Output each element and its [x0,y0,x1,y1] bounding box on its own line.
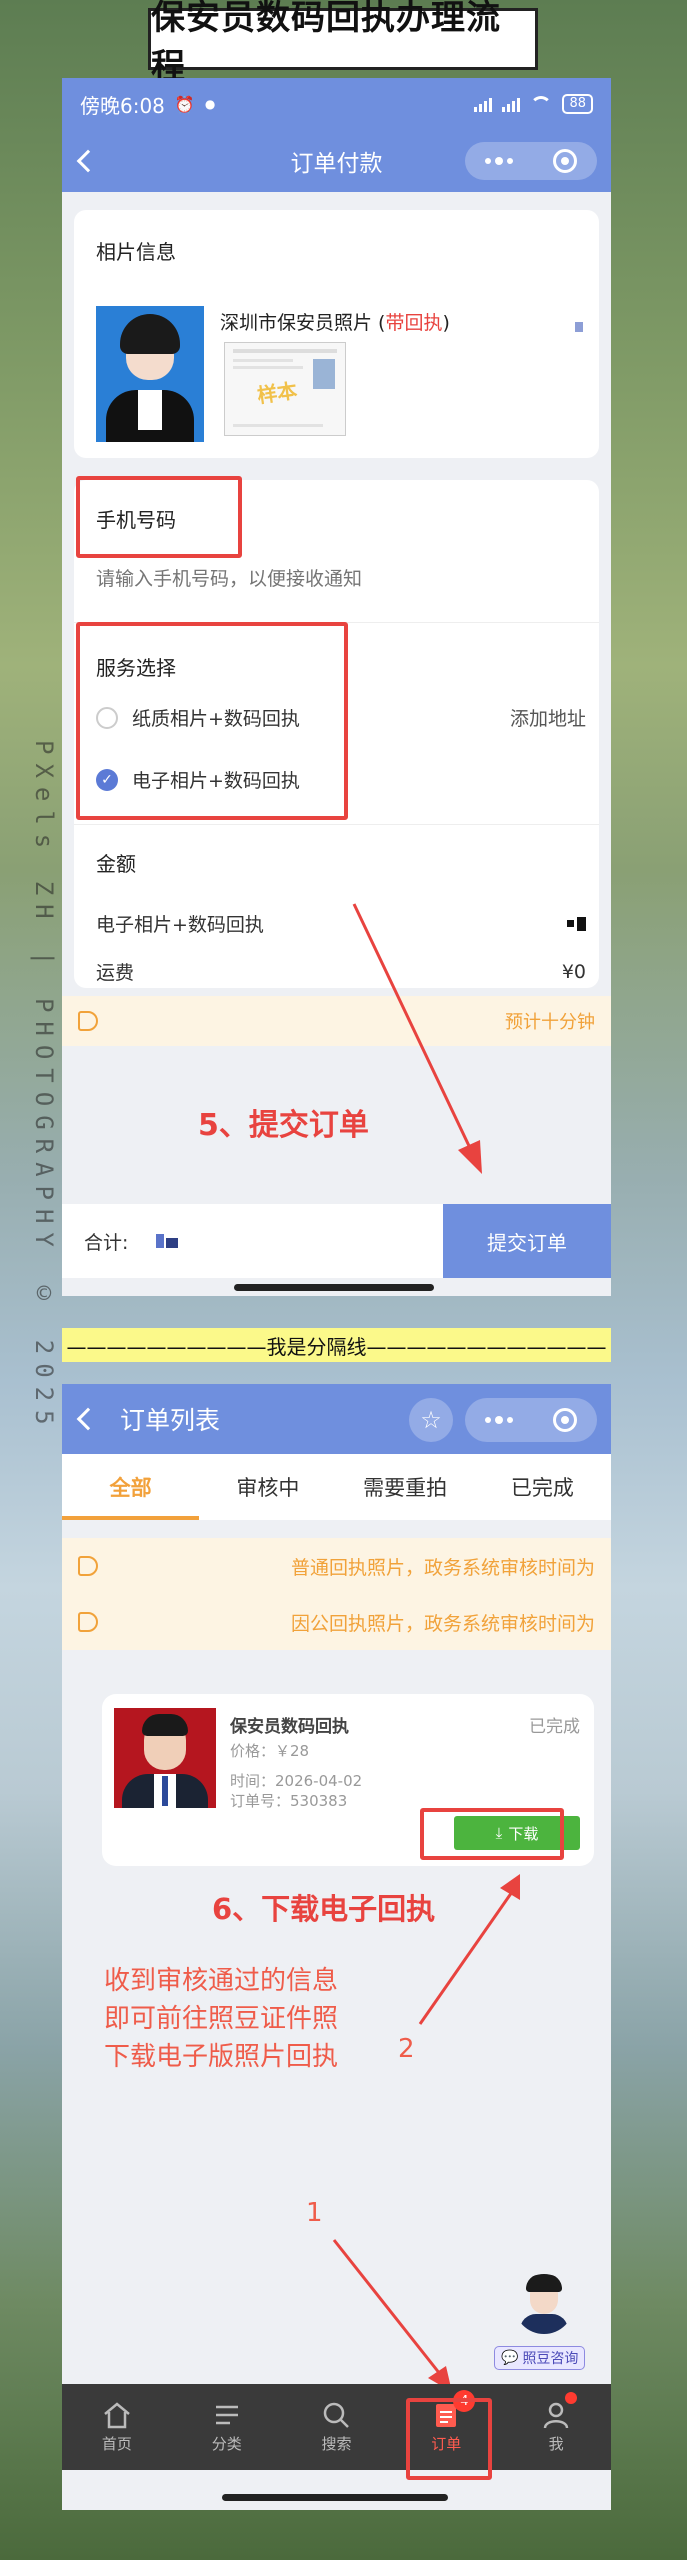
tab-label: 首页 [101,2434,132,2453]
tab-home[interactable]: 首页 [62,2384,172,2470]
tab-label: 我 [548,2434,564,2453]
notification-dot [565,2392,578,2404]
tab-me[interactable]: 我 [501,2384,611,2470]
tab-label: 分类 [211,2434,242,2453]
list-icon [215,2405,238,2424]
user-icon [543,2402,569,2428]
tab-label: 搜索 [321,2434,352,2453]
home-indicator [222,2494,448,2501]
arrow-annotation [332,1874,520,2392]
chat-icon: 💬 [501,2350,519,2366]
bottom-tab-bar: 首页 分类 搜索 4 订单 我 [62,2384,611,2470]
order-list-screen: 订单列表 ☆ 全部 审核中 需要重拍 已完成 普通回执照片，政务系统审核时间为 … [62,1384,611,2510]
arrow-annotation [352,903,482,1174]
watermark-text: PXels ZH | PHOTOGRAPHY © 2025 [30,740,58,1434]
tab-search[interactable]: 搜索 [282,2384,392,2470]
order-pay-screen: 傍晚6:08 ⏰ ● 88 订单付款 相片信息 深圳市保安员照片 (带回执) 样… [62,78,611,1296]
consult-button[interactable]: 💬 照豆咨询 [494,2346,586,2370]
tab-category[interactable]: 分类 [172,2384,282,2470]
highlight-orders-tab [406,2398,492,2480]
consult-label: 照豆咨询 [522,2351,579,2367]
page-title: 保安员数码回执办理流程 [148,0,538,87]
consult-avatar[interactable] [514,2274,574,2334]
home-icon [104,2401,130,2428]
section-divider: ——————————我是分隔线———————————— [62,1328,611,1362]
search-icon [324,2402,350,2428]
